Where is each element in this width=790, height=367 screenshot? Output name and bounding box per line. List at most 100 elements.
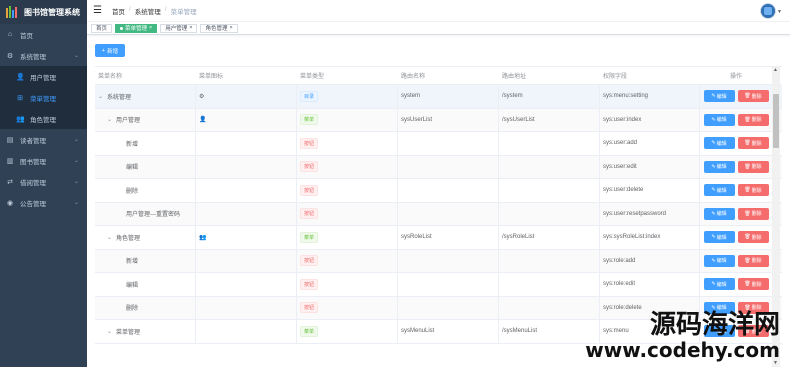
- cell-permission: sys:menu:setting: [600, 85, 700, 108]
- edit-button[interactable]: ✎ 编辑: [703, 90, 735, 103]
- edit-button[interactable]: ✎ 编辑: [703, 113, 735, 126]
- route-name-text: sysUserList: [401, 116, 433, 123]
- edit-icon: ✎: [711, 257, 716, 264]
- tag-item[interactable]: 首页: [91, 23, 113, 33]
- edit-button-label: 编辑: [716, 93, 727, 100]
- delete-button[interactable]: 🗑 删除: [737, 160, 769, 173]
- sidebar-item[interactable]: 👥 角色管理: [0, 108, 87, 129]
- close-icon[interactable]: ×: [149, 25, 152, 31]
- cell-route-name: [398, 249, 499, 272]
- close-icon[interactable]: ×: [189, 25, 192, 31]
- sidebar-item[interactable]: ⚙ 系统管理 ⌄: [0, 45, 87, 66]
- edit-button[interactable]: ✎ 编辑: [703, 184, 735, 197]
- user-icon: 👤: [16, 73, 25, 81]
- books-logo-icon: [6, 6, 20, 18]
- menu-name-text: 菜单管理: [116, 329, 141, 336]
- edit-button[interactable]: ✎ 编辑: [703, 254, 735, 267]
- sidebar-item[interactable]: ▤ 读者管理 ⌄: [0, 129, 87, 150]
- edit-button[interactable]: ✎ 编辑: [703, 137, 735, 150]
- chevron-down-icon[interactable]: ⌄: [107, 328, 112, 335]
- delete-button[interactable]: 🗑 删除: [737, 301, 769, 314]
- route-path-text: /system: [502, 93, 523, 100]
- delete-button[interactable]: 🗑 删除: [737, 184, 769, 197]
- sidebar-item[interactable]: ⌂ 首页: [0, 24, 87, 45]
- tag-label: 首页: [96, 26, 108, 32]
- permission-text: sys:user:index: [603, 116, 642, 123]
- edit-icon: ✎: [711, 116, 716, 123]
- cell-menu-icon: [196, 155, 297, 178]
- cell-route-path: [499, 249, 600, 272]
- permission-text: sys:menu: [603, 328, 629, 335]
- cell-route-name: [398, 273, 499, 296]
- sidebar-item[interactable]: 👤 用户管理: [0, 66, 87, 87]
- edit-button[interactable]: ✎ 编辑: [703, 278, 735, 291]
- type-badge: 菜单: [300, 114, 319, 126]
- chevron-down-icon[interactable]: ⌄: [107, 234, 112, 241]
- edit-button[interactable]: ✎ 编辑: [703, 160, 735, 173]
- hamburger-icon[interactable]: ☰: [93, 5, 102, 16]
- delete-button[interactable]: 🗑 删除: [737, 137, 769, 150]
- edit-button-label: 编辑: [716, 328, 727, 335]
- cell-route-path: [499, 296, 600, 319]
- avatar[interactable]: [760, 3, 776, 19]
- type-badge: 按钮: [300, 208, 319, 220]
- scroll-down-icon[interactable]: ▼: [773, 360, 778, 366]
- sidebar-item[interactable]: ▥ 图书管理 ⌄: [0, 150, 87, 171]
- edit-button-label: 编辑: [716, 234, 727, 241]
- delete-button[interactable]: 🗑 删除: [737, 325, 769, 338]
- menu-name-text: 用户管理: [116, 118, 141, 125]
- table-row: 新增 按钮 sys:user:add ✎ 编辑 🗑 删除: [95, 132, 782, 156]
- main-content: + 新增 菜单名称 菜单图标 菜单类型 路由名称 路由地址 权限字段 操作 ⌄ 系统管理 ⚙ 目录…: [87, 35, 790, 367]
- delete-button[interactable]: 🗑 删除: [737, 90, 769, 103]
- menu-name-text: 角色管理: [116, 235, 141, 242]
- delete-button[interactable]: 🗑 删除: [737, 231, 769, 244]
- scrollbar-thumb[interactable]: [773, 94, 779, 148]
- cell-menu-icon: [196, 273, 297, 296]
- delete-button-label: 删除: [751, 234, 762, 241]
- cell-route-path: [499, 155, 600, 178]
- cell-route-name: [398, 202, 499, 225]
- delete-button[interactable]: 🗑 删除: [737, 278, 769, 291]
- cell-menu-name: ⌄ 角色管理: [95, 226, 196, 249]
- trash-icon: 🗑: [744, 187, 751, 194]
- edit-button-label: 编辑: [716, 281, 727, 288]
- cell-route-name: [398, 296, 499, 319]
- edit-button[interactable]: ✎ 编辑: [703, 301, 735, 314]
- sidebar-item[interactable]: ⊞ 菜单管理: [0, 87, 87, 108]
- permission-text: sys:role:delete: [603, 304, 642, 311]
- column-header: 菜单图标: [199, 74, 224, 80]
- vertical-scrollbar[interactable]: ▲ ▼: [772, 66, 780, 367]
- cell-menu-name: ⌄ 系统管理: [95, 85, 196, 108]
- type-badge: 菜单: [300, 231, 319, 243]
- tag-item[interactable]: 用户管理 ×: [160, 23, 198, 33]
- delete-button[interactable]: 🗑 删除: [737, 207, 769, 220]
- delete-button-label: 删除: [751, 258, 762, 265]
- permission-text: sys:sysRoleList:index: [603, 234, 661, 241]
- caret-down-icon[interactable]: ▼: [777, 9, 782, 15]
- cell-route-name: sysMenuList: [398, 320, 499, 343]
- permission-text: sys:role:add: [603, 257, 636, 264]
- edit-button-label: 编辑: [716, 305, 727, 312]
- tag-item[interactable]: 角色管理 ×: [200, 23, 238, 33]
- delete-button[interactable]: 🗑 删除: [737, 113, 769, 126]
- sidebar-item[interactable]: ◉ 公告管理 ⌄: [0, 192, 87, 213]
- delete-button-label: 删除: [751, 328, 762, 335]
- chevron-down-icon[interactable]: ⌄: [98, 93, 103, 100]
- tag-item[interactable]: 菜单管理 ×: [115, 23, 158, 33]
- edit-button[interactable]: ✎ 编辑: [703, 325, 735, 338]
- close-icon[interactable]: ×: [230, 25, 233, 31]
- breadcrumb-home[interactable]: 首页: [112, 6, 125, 16]
- edit-icon: ✎: [711, 304, 716, 311]
- scroll-up-icon[interactable]: ▲: [773, 67, 778, 73]
- permission-text: sys:role:edit: [603, 281, 636, 288]
- sidebar: 图书馆管理系统 ⌂ 首页 ⚙ 系统管理 ⌄ 👤 用户管理 ⊞ 菜单管理 👥 角色管理 ▤ 读者管理 ⌄ ▥ 图…: [0, 0, 87, 367]
- cell-menu-type: 按钮: [297, 179, 398, 202]
- chevron-down-icon[interactable]: ⌄: [107, 116, 112, 123]
- active-dot-icon: [120, 26, 124, 30]
- edit-button[interactable]: ✎ 编辑: [703, 207, 735, 220]
- edit-button[interactable]: ✎ 编辑: [703, 231, 735, 244]
- sidebar-item[interactable]: ⇄ 借阅管理 ⌄: [0, 171, 87, 192]
- delete-button[interactable]: 🗑 删除: [737, 254, 769, 267]
- cell-permission: sys:user:resetpassword: [600, 202, 700, 225]
- add-button[interactable]: + 新增: [95, 44, 125, 57]
